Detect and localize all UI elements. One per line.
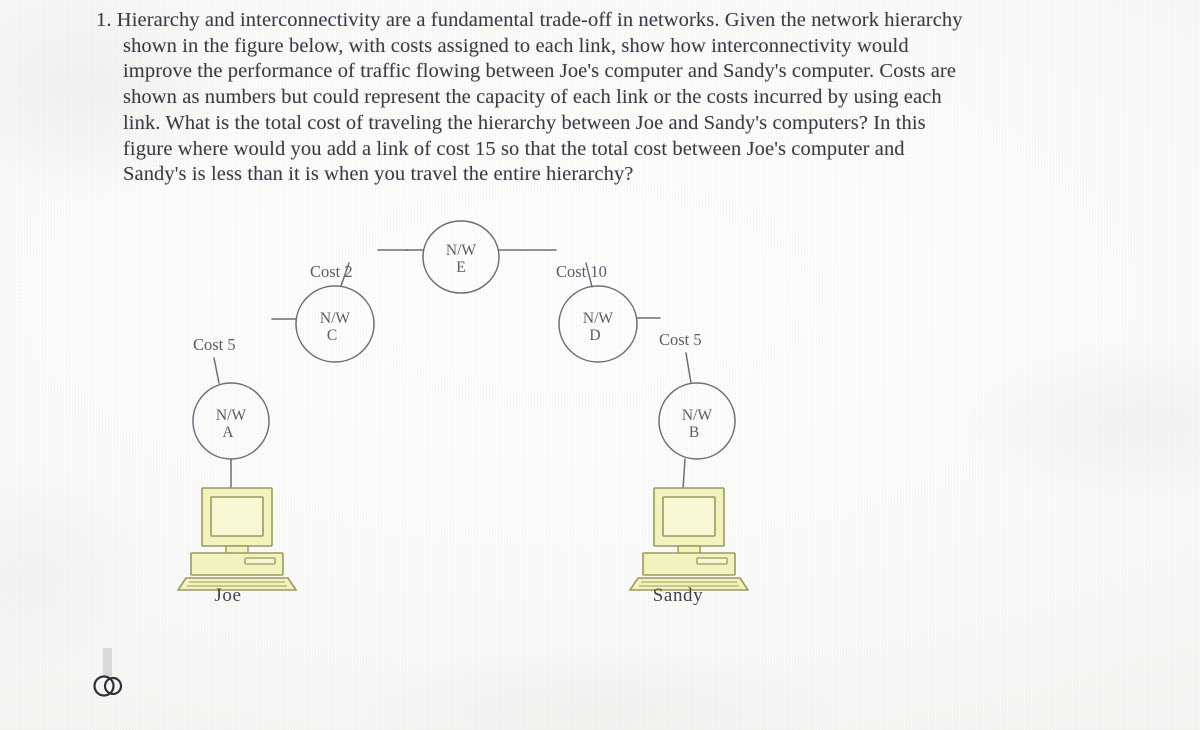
- corner-mark-bar: [103, 648, 112, 676]
- cost-label-e-d: Cost 10: [556, 262, 607, 281]
- computer-sandy[interactable]: [628, 487, 750, 591]
- node-nw-b-line1: N/W: [682, 407, 713, 424]
- node-nw-c-line1: N/W: [320, 310, 351, 327]
- link-b-to-sandy: [682, 458, 686, 490]
- node-nw-a-line1: N/W: [216, 407, 247, 424]
- link-a-to-c: [213, 357, 220, 384]
- node-nw-d[interactable]: N/W D: [558, 285, 638, 363]
- scan-corner-mark: [86, 648, 130, 702]
- sandy-monitor-screen: [662, 496, 716, 537]
- node-nw-e[interactable]: N/W E: [422, 220, 500, 294]
- joe-drive-slot: [244, 557, 276, 565]
- host-label-sandy: Sandy: [653, 585, 704, 606]
- cost-label-a-c: Cost 5: [193, 335, 236, 354]
- link-b-to-d: [685, 352, 692, 384]
- cost-label-b-d: Cost 5: [659, 330, 702, 349]
- computer-joe[interactable]: [176, 487, 298, 591]
- cost-label-c-e: Cost 2: [310, 262, 353, 281]
- node-nw-b-line2: B: [689, 424, 699, 441]
- node-nw-c[interactable]: N/W C: [295, 285, 375, 363]
- network-diagram: N/W E N/W C N/W D N/W A N/W B Cost 2 Cos…: [0, 0, 1200, 730]
- node-nw-e-line1: N/W: [446, 242, 477, 259]
- sandy-drive-slot: [696, 557, 728, 565]
- node-nw-d-line2: D: [589, 327, 600, 344]
- node-nw-e-line2: E: [456, 259, 465, 276]
- node-nw-d-line1: N/W: [583, 310, 614, 327]
- node-nw-a-line2: A: [222, 424, 234, 441]
- host-label-joe: Joe: [214, 585, 241, 606]
- node-nw-a[interactable]: N/W A: [192, 382, 270, 460]
- joe-monitor-screen: [210, 496, 264, 537]
- node-nw-c-line2: C: [327, 327, 337, 344]
- node-nw-b[interactable]: N/W B: [658, 382, 736, 460]
